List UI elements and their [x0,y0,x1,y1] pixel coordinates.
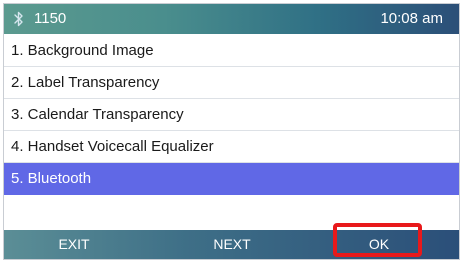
screen: 1150 10:08 am 1. Background Image 2. Lab… [3,3,460,260]
bluetooth-icon [14,11,23,27]
menu-item-label: 1. Background Image [11,42,154,59]
exit-softkey[interactable]: EXIT [44,230,104,259]
menu-item-calendar-transparency[interactable]: 3. Calendar Transparency [4,99,459,131]
next-softkey[interactable]: NEXT [192,230,272,259]
phone-display: 1150 10:08 am 1. Background Image 2. Lab… [0,0,462,261]
menu-item-label: 3. Calendar Transparency [11,106,184,123]
menu-item-label: 2. Label Transparency [11,74,160,91]
menu-item-label: 4. Handset Voicecall Equalizer [11,138,214,155]
menu-item-background-image[interactable]: 1. Background Image [4,35,459,67]
menu-item-label-transparency[interactable]: 2. Label Transparency [4,67,459,99]
menu-item-label: 5. Bluetooth [11,170,92,187]
softkey-bar: EXIT NEXT OK [4,230,459,259]
settings-menu: 1. Background Image 2. Label Transparenc… [4,35,459,195]
menu-item-bluetooth[interactable]: 5. Bluetooth [4,163,459,195]
extension-number: 1150 [34,10,67,27]
menu-item-handset-voicecall-equalizer[interactable]: 4. Handset Voicecall Equalizer [4,131,459,163]
status-bar: 1150 10:08 am [4,4,459,34]
clock-time: 10:08 am [380,10,443,27]
ok-softkey[interactable]: OK [334,230,424,259]
